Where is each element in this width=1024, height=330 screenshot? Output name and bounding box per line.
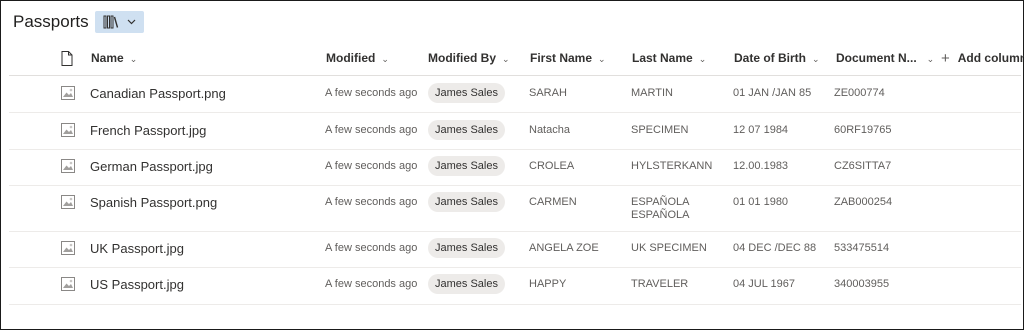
chevron-down-icon: ⌄ xyxy=(698,53,707,64)
modified-date: A few seconds ago xyxy=(325,160,418,172)
document-library: Passports Name ⌄ Modified ⌄ Modified By … xyxy=(0,0,1024,330)
column-header-label: Date of Birth xyxy=(734,51,806,65)
document-number-value: 340003955 xyxy=(834,278,890,290)
page-title: Passports xyxy=(13,12,89,31)
library-titlebar: Passports xyxy=(13,10,144,34)
document-number-value: 60RF19765 xyxy=(834,124,892,136)
view-switcher-button[interactable] xyxy=(94,11,144,33)
first-name-value: ANGELA ZOE xyxy=(529,242,599,254)
column-header-last-name[interactable]: Last Name ⌄ xyxy=(632,41,706,75)
column-header-modified-by[interactable]: Modified By ⌄ xyxy=(428,41,510,75)
file-name-link[interactable]: Spanish Passport.png xyxy=(90,195,217,210)
image-file-icon xyxy=(61,277,75,291)
modified-date: A few seconds ago xyxy=(325,242,418,254)
chevron-down-icon: ⌄ xyxy=(812,53,820,64)
modified-by-persona[interactable]: James Sales xyxy=(428,274,505,294)
column-header-date-of-birth[interactable]: Date of Birth ⌄ xyxy=(734,41,820,75)
last-name-value: ESPAÑOLA xyxy=(631,196,690,208)
table-row[interactable]: French Passport.jpg A few seconds ago Ja… xyxy=(9,113,1021,150)
column-header-label: First Name xyxy=(530,51,593,65)
image-file-icon xyxy=(61,86,75,100)
column-header-document-number[interactable]: Document N... ⌄ xyxy=(836,41,934,75)
column-header-label: Modified By xyxy=(428,51,496,65)
file-name-link[interactable]: French Passport.jpg xyxy=(90,123,206,138)
chevron-down-icon: ⌄ xyxy=(502,53,510,64)
column-header-label: Last Name xyxy=(632,51,693,65)
date-of-birth-value: 12 07 1984 xyxy=(733,124,789,136)
document-number-value: ZAB000254 xyxy=(834,196,893,208)
column-header-name[interactable]: Name ⌄ xyxy=(91,41,137,75)
last-name-value: HYLSTERKANN xyxy=(631,160,713,172)
first-name-value: CARMEN xyxy=(529,196,577,208)
chevron-down-icon: ⌄ xyxy=(129,53,138,64)
first-name-value: HAPPY xyxy=(529,278,567,290)
image-file-icon xyxy=(61,123,75,137)
document-number-value: CZ6SITTA7 xyxy=(834,160,892,172)
modified-by-persona[interactable]: James Sales xyxy=(428,156,505,176)
library-books-icon xyxy=(103,15,118,29)
plus-icon: + xyxy=(941,49,950,67)
date-of-birth-value: 01 JAN /JAN 85 xyxy=(733,87,812,99)
date-of-birth-value: 01 01 1980 xyxy=(733,196,789,208)
table-row[interactable]: German Passport.jpg A few seconds ago Ja… xyxy=(9,150,1021,186)
last-name-value: MARTIN xyxy=(631,87,673,99)
modified-date: A few seconds ago xyxy=(325,87,418,99)
date-of-birth-value: 04 JUL 1967 xyxy=(733,278,795,290)
chevron-down-icon: ⌄ xyxy=(598,53,606,64)
modified-by-persona[interactable]: James Sales xyxy=(428,238,505,258)
date-of-birth-value: 12.00.1983 xyxy=(733,160,789,172)
modified-by-persona[interactable]: James Sales xyxy=(428,120,505,140)
table-row[interactable]: US Passport.jpg A few seconds ago James … xyxy=(9,268,1021,305)
file-name-link[interactable]: UK Passport.jpg xyxy=(90,241,184,256)
file-name-link[interactable]: German Passport.jpg xyxy=(90,159,213,174)
image-file-icon xyxy=(61,195,75,209)
modified-date: A few seconds ago xyxy=(325,196,418,208)
chevron-down-icon xyxy=(127,19,136,25)
add-column-button[interactable]: + Add column xyxy=(941,41,1024,75)
file-name-link[interactable]: US Passport.jpg xyxy=(90,277,184,292)
first-name-value: Natacha xyxy=(529,124,570,136)
modified-by-persona[interactable]: James Sales xyxy=(428,83,505,103)
column-header-label: Name xyxy=(91,51,124,65)
last-name-value: UK SPECIMEN xyxy=(631,242,707,254)
chevron-down-icon: ⌄ xyxy=(381,53,389,64)
file-type-column-header[interactable] xyxy=(61,41,73,75)
file-name-link[interactable]: Canadian Passport.png xyxy=(90,86,226,101)
chevron-down-icon: ⌄ xyxy=(926,53,935,64)
column-header-modified[interactable]: Modified ⌄ xyxy=(326,41,389,75)
add-column-label: Add column xyxy=(957,51,1024,65)
modified-date: A few seconds ago xyxy=(325,278,418,290)
table-row[interactable]: UK Passport.jpg A few seconds ago James … xyxy=(9,232,1021,268)
last-name-value: SPECIMEN xyxy=(631,124,689,136)
document-icon xyxy=(61,50,73,66)
column-header-label: Modified xyxy=(326,51,376,65)
table-row[interactable]: Spanish Passport.png A few seconds ago J… xyxy=(9,186,1021,232)
last-name-value-line2: ESPAÑOLA xyxy=(631,209,690,221)
list-header: Name ⌄ Modified ⌄ Modified By ⌄ First Name ⌄… xyxy=(9,41,1024,76)
image-file-icon xyxy=(61,241,75,255)
image-file-icon xyxy=(61,159,75,173)
last-name-value: TRAVELER xyxy=(631,278,689,290)
first-name-value: CROLEA xyxy=(529,160,575,172)
document-number-value: ZE000774 xyxy=(834,87,885,99)
column-header-label: Document N... xyxy=(836,51,917,65)
modified-by-persona[interactable]: James Sales xyxy=(428,192,505,212)
modified-date: A few seconds ago xyxy=(325,124,418,136)
first-name-value: SARAH xyxy=(529,87,567,99)
column-header-first-name[interactable]: First Name ⌄ xyxy=(530,41,606,75)
date-of-birth-value: 04 DEC /DEC 88 xyxy=(733,242,817,254)
table-row[interactable]: Canadian Passport.png A few seconds ago … xyxy=(9,76,1021,113)
document-number-value: 533475514 xyxy=(834,242,890,254)
